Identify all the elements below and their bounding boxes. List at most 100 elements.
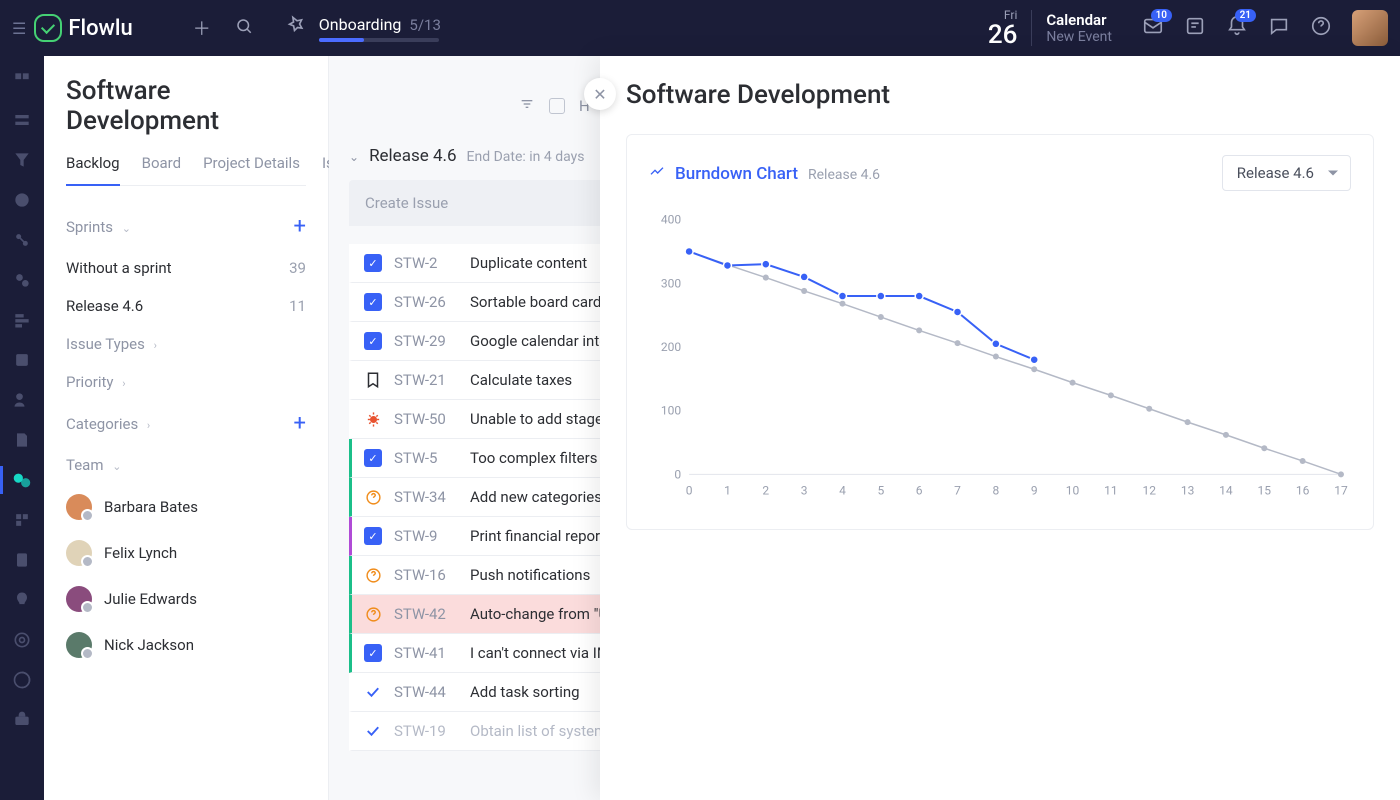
rail-item-12[interactable] [10, 508, 34, 532]
rail-item-5[interactable] [10, 228, 34, 252]
help-icon[interactable] [1310, 15, 1332, 41]
issue-key: STW-41 [394, 644, 458, 662]
task-icon [364, 254, 382, 272]
tab-backlog[interactable]: Backlog [66, 154, 120, 186]
calendar-widget[interactable]: Calendar New Event [1046, 11, 1112, 45]
team-member[interactable]: Julie Edwards [66, 576, 306, 622]
team-member-name: Barbara Bates [104, 498, 198, 516]
filter-icon[interactable] [519, 96, 535, 116]
rail-item-9[interactable] [10, 388, 34, 412]
section-sprints[interactable]: Sprints ⌄ + [66, 204, 306, 249]
avatar-icon [66, 632, 92, 658]
rail-item-7[interactable] [10, 308, 34, 332]
panel-title: Software Development [626, 80, 1374, 110]
rail-item-13[interactable] [10, 548, 34, 572]
chart-title[interactable]: Burndown Chart [675, 164, 798, 184]
add-category-button[interactable]: + [294, 411, 306, 436]
rail-item-4[interactable] [10, 188, 34, 212]
page-title: Software Development [66, 76, 306, 136]
tab-project-details[interactable]: Project Details [203, 154, 300, 185]
rail-item-6[interactable] [10, 268, 34, 292]
issue-key: STW-21 [394, 371, 458, 389]
divider [1031, 10, 1032, 46]
rail-item-2[interactable] [10, 108, 34, 132]
svg-text:0: 0 [674, 467, 681, 481]
issue-title: Add task sorting [470, 683, 580, 701]
svg-text:4: 4 [839, 483, 846, 497]
note-icon[interactable] [1184, 15, 1206, 41]
sprint-name: Release 4.6 [66, 297, 143, 315]
issue-title: I can't connect via IMA [470, 644, 620, 662]
avatar-icon [66, 586, 92, 612]
rail-item-agile[interactable] [10, 468, 34, 492]
chevron-down-icon: ⌄ [110, 460, 122, 473]
chart-sprint-select[interactable]: Release 4.6 [1222, 155, 1351, 191]
task-icon [364, 293, 382, 311]
section-priority[interactable]: Priority › [66, 363, 306, 401]
chevron-right-icon: › [151, 339, 157, 352]
rail-item-8[interactable] [10, 348, 34, 372]
burndown-card: Burndown Chart Release 4.6 Release 4.6 0… [626, 134, 1374, 530]
onboarding-widget[interactable]: Onboarding 5/13 [285, 15, 441, 42]
svg-text:17: 17 [1334, 483, 1348, 497]
section-categories[interactable]: Categories › + [66, 401, 306, 446]
calendar-sub: New Event [1046, 29, 1112, 45]
rail-item-17[interactable] [10, 708, 34, 732]
issue-title: Duplicate content [470, 254, 587, 272]
svg-text:2: 2 [762, 483, 769, 497]
section-issue-types-label: Issue Types [66, 335, 145, 353]
calendar-title: Calendar [1046, 11, 1112, 29]
rail-item-14[interactable] [10, 588, 34, 612]
bell-icon[interactable]: 21 [1226, 15, 1248, 41]
avatar-icon [66, 494, 92, 520]
menu-icon[interactable]: ☰ [12, 19, 26, 38]
pin-icon [285, 15, 307, 42]
section-issue-types[interactable]: Issue Types › [66, 325, 306, 363]
add-sprint-button[interactable]: + [294, 214, 306, 239]
chat-icon[interactable] [1268, 15, 1290, 41]
issue-key: STW-26 [394, 293, 458, 311]
list-toolbar: H [519, 96, 590, 116]
svg-text:3: 3 [801, 483, 808, 497]
inbox-icon[interactable]: 10 [1142, 15, 1164, 41]
brand[interactable]: Flowlu [34, 14, 132, 42]
sprint-name: Without a sprint [66, 259, 172, 277]
user-avatar[interactable] [1352, 10, 1388, 46]
issue-key: STW-9 [394, 527, 458, 545]
chart-subtitle: Release 4.6 [808, 167, 880, 183]
chevron-right-icon: › [144, 419, 150, 432]
add-icon[interactable]: ＋ [193, 15, 211, 41]
issue-key: STW-42 [394, 605, 458, 623]
date-widget[interactable]: Fri 26 [988, 8, 1018, 48]
chevron-down-icon: ⌄ [349, 150, 359, 164]
date-day: 26 [988, 22, 1018, 48]
rail-item-16[interactable] [10, 668, 34, 692]
sprint-row-release[interactable]: Release 4.6 11 [66, 287, 306, 325]
issue-key: STW-44 [394, 683, 458, 701]
team-member[interactable]: Nick Jackson [66, 622, 306, 668]
issue-key: STW-19 [394, 722, 458, 740]
team-member[interactable]: Barbara Bates [66, 484, 306, 530]
onboarding-count: 5/13 [409, 16, 440, 34]
search-icon[interactable] [235, 17, 253, 40]
tab-board[interactable]: Board [142, 154, 181, 185]
rail-item-10[interactable] [10, 428, 34, 452]
rail-item-1[interactable] [10, 68, 34, 92]
rail-item-15[interactable] [10, 628, 34, 652]
svg-text:14: 14 [1219, 483, 1233, 497]
svg-text:5: 5 [877, 483, 884, 497]
close-button[interactable]: ✕ [584, 78, 616, 110]
issue-title: Obtain list of system e [470, 722, 619, 740]
rail-item-3[interactable] [10, 148, 34, 172]
task-icon [364, 449, 382, 467]
team-member-name: Julie Edwards [104, 590, 197, 608]
select-all-checkbox[interactable] [549, 98, 565, 114]
team-member[interactable]: Felix Lynch [66, 530, 306, 576]
issue-title: Auto-change from "U [470, 605, 608, 623]
section-team[interactable]: Team ⌄ [66, 446, 306, 484]
issue-key: STW-34 [394, 488, 458, 506]
left-sidebar: Software Development Backlog Board Proje… [44, 56, 329, 800]
sprint-count: 39 [289, 259, 306, 277]
issue-title: Calculate taxes [470, 371, 572, 389]
sprint-row-none[interactable]: Without a sprint 39 [66, 249, 306, 287]
